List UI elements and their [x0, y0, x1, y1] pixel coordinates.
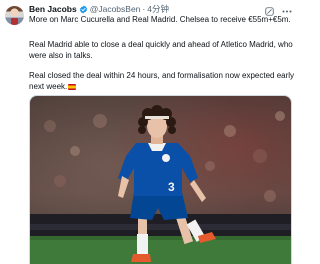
tweet-paragraph-2: Real Madrid able to close a deal quickly… [29, 40, 293, 60]
spain-flag-icon [68, 83, 77, 90]
tweet-paragraph-1: More on Marc Cucurella and Real Madrid. … [29, 15, 291, 24]
player-photo: 3 [30, 96, 291, 264]
shirt-number: 3 [168, 180, 175, 194]
avatar[interactable] [5, 6, 24, 25]
tweet-paragraph-3: Real closed the deal within 24 hours, an… [29, 70, 295, 92]
tweet-media-photo[interactable]: 3 [29, 95, 292, 264]
tweet[interactable]: Ben Jacobs @JacobsBen · 4分钟 More on Marc… [0, 0, 299, 264]
verified-badge-icon [79, 5, 87, 14]
